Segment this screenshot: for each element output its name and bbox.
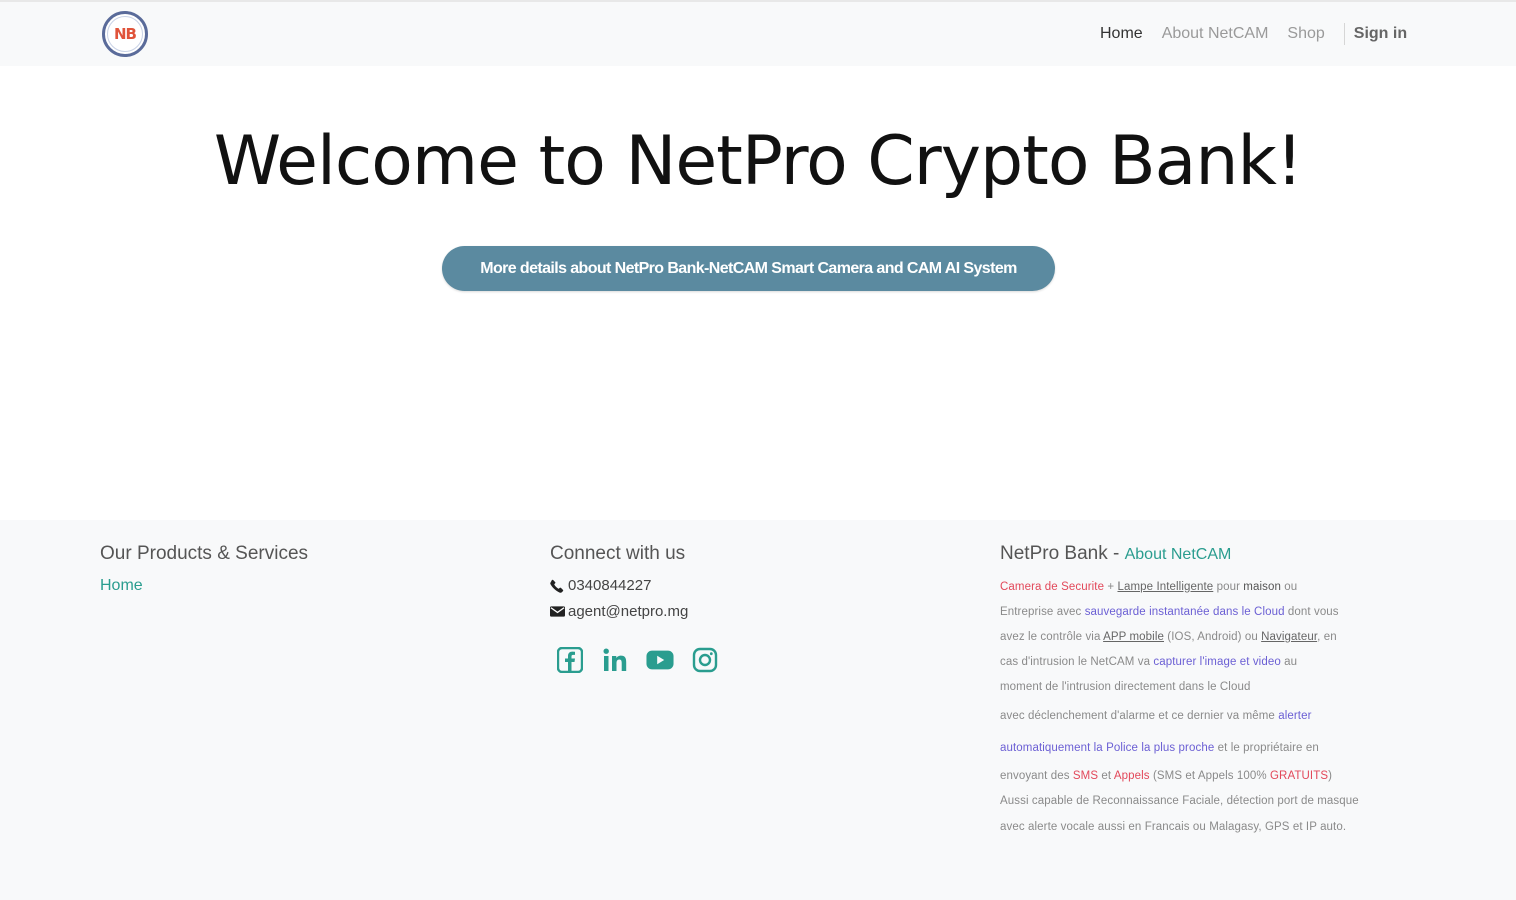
phone-line: 0340844227 [550,577,651,594]
about-text-segment: + [1104,581,1118,593]
about-text-segment: Camera de Securite [1000,581,1105,593]
about-text-segment: Entreprise avec [1000,606,1085,618]
about-text-segment: capturer l'image et video [1153,656,1281,668]
about-line: cas d'intrusion le NetCAM va capturer l'… [1000,650,1297,675]
about-text-segment: ou [1280,581,1298,593]
about-text-segment: ) [1328,770,1333,782]
about-text-segment: (SMS et Appels 100% [1149,770,1271,782]
about-text-segment: avec déclenchement d'alarme et ce dernie… [1000,710,1279,722]
about-text-segment[interactable]: Lampe Intelligente [1117,581,1213,593]
facebook-icon[interactable] [556,646,584,674]
about-line: Entreprise avec sauvegarde instantanée d… [1000,600,1339,625]
about-text-segment: Aussi capable de Reconnaissance Faciale,… [1000,795,1359,807]
about-text-segment: avec alerte vocale aussi en Francais ou … [1000,821,1347,833]
about-line: Camera de Securite + Lampe Intelligente … [1000,575,1297,600]
about-text-segment: au [1280,656,1298,668]
envelope-icon [550,605,565,619]
nav-link-home[interactable]: Home [1100,25,1143,43]
about-title: NetPro Bank - About NetCAM [1000,543,1231,565]
about-text-segment: pour [1213,581,1244,593]
about-text-segment: et [1098,770,1114,782]
about-text-segment: GRATUITS [1270,770,1329,782]
about-line: envoyant des SMS et Appels (SMS et Appel… [1000,764,1332,789]
about-text-segment: Appels [1113,770,1150,782]
youtube-icon[interactable] [646,646,674,674]
about-text-segment: SMS [1072,770,1099,782]
about-text-segment: alerter [1278,710,1312,722]
instagram-icon[interactable] [691,646,719,674]
about-text-segment: dont vous [1284,606,1339,618]
more-details-button[interactable]: More details about NetPro Bank-NetCAM Sm… [442,246,1055,291]
products-services-title: Our Products & Services [100,543,309,564]
about-text-segment: , en [1317,631,1337,643]
about-text-segment: avez le contrôle via [1000,631,1104,643]
about-line: automatiquement la Police la plus proche… [1000,736,1319,761]
about-line: moment de l'intrusion directement dans l… [1000,675,1250,700]
nav-link-about-netcam[interactable]: About NetCAM [1162,25,1269,43]
footer-home-link[interactable]: Home [100,577,143,595]
page-title: Welcome to NetPro Crypto Bank! [213,122,1303,201]
about-text-segment: moment de l'intrusion directement dans l… [1000,681,1251,693]
connect-title: Connect with us [550,543,686,564]
social-links [556,646,719,674]
nav-links: Home About NetCAM Shop Sign in [1100,22,1407,46]
about-title-text: NetPro Bank - [1000,543,1125,564]
about-text-segment: et le propriétaire en [1214,742,1319,754]
about-text-segment: automatiquement la Police la plus proche [1000,742,1215,754]
about-line: avec déclenchement d'alarme et ce dernie… [1000,704,1312,729]
logo-text: NB [107,16,143,52]
about-netcam-link[interactable]: About NetCAM [1125,546,1232,563]
nav-link-shop[interactable]: Shop [1287,25,1324,43]
sign-in-link[interactable]: Sign in [1354,25,1407,43]
about-text-segment: envoyant des [1000,770,1073,782]
about-text-segment: maison [1243,581,1281,593]
about-line: avez le contrôle via APP mobile (IOS, An… [1000,625,1337,650]
about-text-segment[interactable]: APP mobile [1103,631,1164,643]
about-text-segment[interactable]: Navigateur [1261,631,1317,643]
phone-number: 0340844227 [568,577,652,594]
about-line: avec alerte vocale aussi en Francais ou … [1000,815,1346,840]
about-text-segment: cas d'intrusion le NetCAM va [1000,656,1154,668]
navbar: NB Home About NetCAM Shop Sign in [0,0,1516,66]
about-line: Aussi capable de Reconnaissance Faciale,… [1000,789,1359,814]
logo[interactable]: NB [102,11,148,57]
linkedin-icon[interactable] [601,646,629,674]
nav-divider [1343,23,1345,45]
about-text-segment: sauvegarde instantanée dans le Cloud [1084,606,1285,618]
phone-icon [550,579,565,593]
email-address: agent@netpro.mg [568,603,689,620]
email-line: agent@netpro.mg [550,603,688,620]
about-text-segment: (IOS, Android) ou [1164,631,1262,643]
